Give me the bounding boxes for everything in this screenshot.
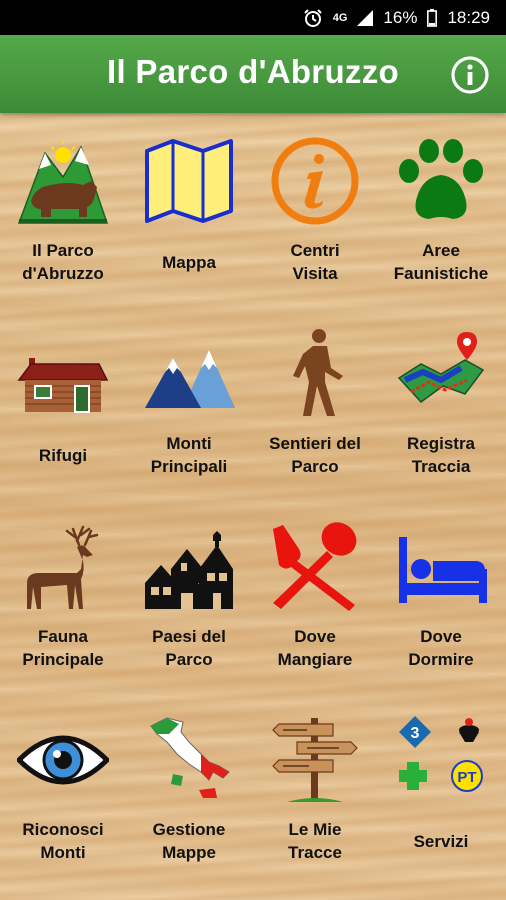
menu-item-label: Registra Traccia (406, 434, 476, 476)
menu-grid: Il Parco d'Abruzzo Mappa Centri Visita A… (0, 113, 506, 900)
track-map-icon (397, 332, 485, 404)
menu-item-label: Monti Principali (150, 434, 228, 476)
service-badge-3: 3 (411, 725, 420, 742)
hiker-icon (293, 329, 343, 416)
menu-item-rifugi[interactable]: Rifugi (0, 306, 126, 496)
menu-item-label: Sentieri del Parco (269, 434, 361, 476)
service-badge-pt: PT (457, 769, 476, 786)
menu-item-label: Fauna Principale (22, 627, 104, 669)
app-title: Il Parco d'Abruzzo (107, 53, 399, 90)
menu-item-label: Dove Mangiare (277, 627, 353, 669)
services-icon: 3 PT (399, 716, 483, 792)
signal-icon (357, 9, 374, 26)
italy-map-icon (150, 717, 230, 798)
menu-item-centri-visita[interactable]: Centri Visita (252, 113, 378, 303)
menu-item-dove-dormire[interactable]: Dove Dormire (378, 499, 504, 689)
menu-item-parco[interactable]: Il Parco d'Abruzzo (0, 113, 126, 303)
menu-item-label: Mappa (162, 252, 216, 272)
alarm-icon (303, 8, 323, 28)
menu-item-riconosci-monti[interactable]: Riconosci Monti (0, 692, 126, 882)
menu-item-monti[interactable]: Monti Principali (126, 306, 252, 496)
menu-item-label: Aree Faunistiche (393, 241, 489, 283)
signpost-icon (272, 718, 358, 802)
app-bar: Il Parco d'Abruzzo (0, 35, 506, 113)
menu-item-aree-faunistiche[interactable]: Aree Faunistiche (378, 113, 504, 303)
menu-item-mappa[interactable]: Mappa (126, 113, 252, 303)
menu-item-servizi[interactable]: 3 PT Servizi (378, 692, 504, 882)
menu-item-le-mie-tracce[interactable]: Le Mie Tracce (252, 692, 378, 882)
menu-item-paesi[interactable]: Paesi del Parco (126, 499, 252, 689)
hut-icon (17, 358, 109, 413)
network-type: 4G (332, 11, 348, 24)
mountains-icon (145, 350, 235, 408)
menu-item-label: Servizi (413, 831, 469, 851)
info-icon[interactable] (450, 55, 490, 95)
deer-icon (27, 525, 99, 609)
map-icon (145, 139, 233, 223)
clock: 18:29 (447, 7, 490, 27)
menu-item-fauna[interactable]: Fauna Principale (0, 499, 126, 689)
menu-item-label: Centri Visita (290, 241, 340, 283)
menu-item-sentieri[interactable]: Sentieri del Parco (252, 306, 378, 496)
menu-item-label: Rifugi (38, 445, 88, 465)
info-circle-icon (271, 137, 359, 225)
park-bear-icon (17, 141, 109, 224)
village-icon (145, 531, 233, 609)
menu-item-label: Riconosci Monti (22, 820, 104, 862)
paw-icon (399, 139, 483, 219)
status-bar: 4G 16% 18:29 (0, 0, 506, 35)
menu-item-dove-mangiare[interactable]: Dove Mangiare (252, 499, 378, 689)
menu-item-gestione-mappe[interactable]: Gestione Mappe (126, 692, 252, 882)
menu-item-label: Il Parco d'Abruzzo (22, 241, 104, 283)
menu-item-label: Le Mie Tracce (288, 820, 342, 862)
battery-percent: 16% (383, 7, 418, 27)
battery-icon (427, 8, 438, 27)
menu-item-label: Paesi del Parco (152, 627, 226, 669)
fork-spoon-icon (273, 522, 357, 611)
menu-item-label: Gestione Mappe (152, 820, 226, 862)
menu-item-label: Dove Dormire (408, 627, 474, 669)
eye-icon (17, 735, 109, 785)
menu-item-registra-traccia[interactable]: Registra Traccia (378, 306, 504, 496)
bed-icon (399, 537, 487, 603)
